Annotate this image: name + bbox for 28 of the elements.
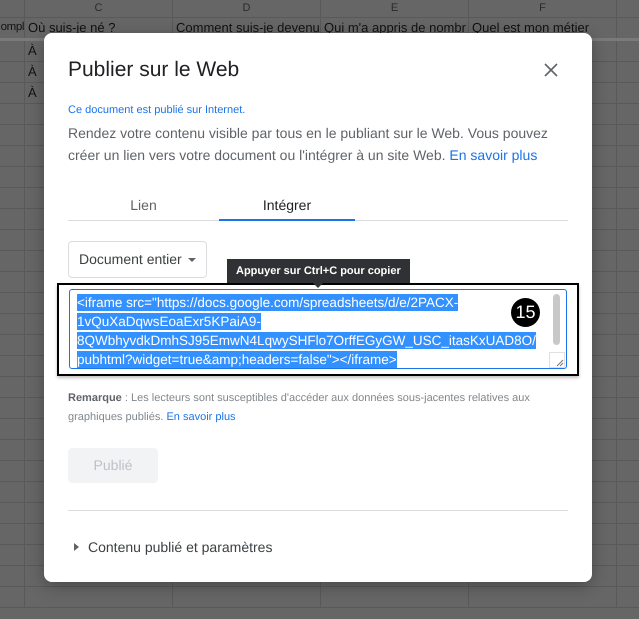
scrollbar-thumb[interactable]: [553, 294, 560, 345]
table-cell-text: Quel est mon métier: [472, 19, 590, 38]
learn-more-link[interactable]: En savoir plus: [449, 147, 538, 163]
learn-more-link[interactable]: En savoir plus: [166, 411, 236, 423]
description-text: Rendez votre contenu visible par tous en le publiant sur le Web. Vous pouvez créer un lien vers votre document ou l'intégrer à un site Web. En savoir plus: [68, 124, 549, 165]
settings-section-toggle[interactable]: Contenu publié et paramètres: [68, 537, 272, 557]
scope-dropdown[interactable]: Document entier: [68, 241, 207, 278]
column-header[interactable]: F: [539, 0, 546, 17]
column-header[interactable]: D: [242, 0, 250, 17]
note-text: Remarque : Les lecteurs sont susceptibles d'accéder aux données sous-jacentes relatives aux graphiques publiés. En savoir plus: [68, 391, 531, 425]
dialog-title: Publier sur le Web: [68, 57, 240, 83]
tab[interactable]: Intégrer: [219, 188, 355, 221]
step-badge: 15: [511, 298, 540, 327]
tooltip-pointer-icon: [313, 283, 323, 288]
status-notice: Ce document est publié sur Internet.: [68, 103, 246, 118]
table-cell-text: Comment suis-je devenu: [176, 19, 320, 38]
table-cell-text: À: [28, 63, 37, 82]
column-header[interactable]: E: [390, 0, 398, 17]
table-cell-text: ompl: [0, 20, 24, 36]
tooltip: Appuyer sur Ctrl+C pour copier: [227, 259, 410, 283]
caret-icon: [188, 258, 196, 262]
table-cell-text: À: [28, 42, 37, 60]
tab[interactable]: Lien: [68, 188, 219, 221]
resize-grip-icon[interactable]: [549, 352, 565, 368]
table-cell-text: Où suis-je né ?: [28, 19, 116, 38]
column-header[interactable]: C: [94, 0, 102, 17]
table-cell-text: À: [28, 84, 37, 102]
close-icon: [544, 63, 558, 77]
